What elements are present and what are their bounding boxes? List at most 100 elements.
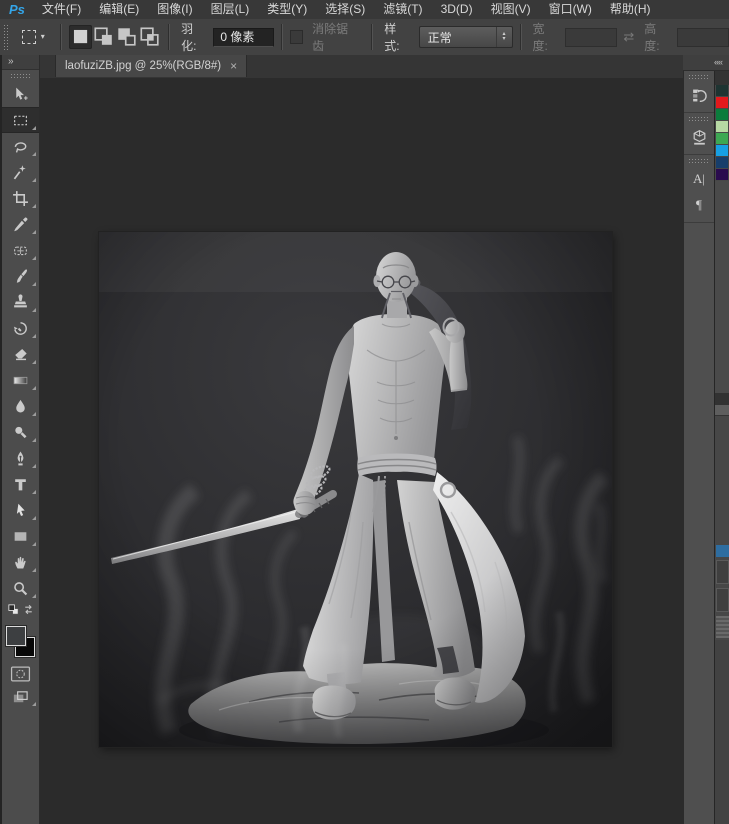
layers-control-sliver[interactable] [716, 560, 729, 584]
menu-filter[interactable]: 滤镜(T) [374, 0, 431, 19]
menu-3d[interactable]: 3D(D) [432, 0, 482, 19]
swatches-panel-header [715, 71, 729, 85]
style-label: 样式: [384, 22, 400, 53]
tool-rectangular-marquee[interactable] [2, 107, 39, 133]
panel-filler [715, 640, 729, 824]
document-image[interactable] [99, 232, 612, 747]
tools-grip[interactable] [9, 73, 32, 78]
panel-grip[interactable] [688, 116, 710, 121]
tool-type[interactable] [2, 471, 39, 497]
tool-history-brush[interactable] [2, 315, 39, 341]
swatch-color[interactable] [716, 145, 728, 156]
tool-path-selection[interactable] [2, 497, 39, 523]
tool-rectangle[interactable] [2, 523, 39, 549]
tool-gradient[interactable] [2, 367, 39, 393]
menu-edit[interactable]: 编辑(E) [90, 0, 148, 19]
panel-icon-column: A| ¶ [683, 71, 714, 824]
tool-brush[interactable] [2, 263, 39, 289]
tool-blur[interactable] [2, 393, 39, 419]
blend-mode-sliver[interactable] [716, 545, 729, 557]
document-tab[interactable]: laofuziZB.jpg @ 25%(RGB/8#) × [55, 55, 248, 77]
tool-pen[interactable] [2, 445, 39, 471]
history-panel-icon[interactable] [686, 82, 712, 108]
character-panel-icon[interactable]: A| [686, 166, 712, 192]
antialias-checkbox [289, 30, 304, 44]
tool-preset-picker[interactable]: ▾ [18, 27, 49, 47]
tool-move[interactable] [2, 81, 39, 107]
swap-colors-button[interactable] [22, 603, 35, 621]
feather-label: 羽化: [181, 22, 197, 53]
panel-group-text: A| ¶ [684, 155, 714, 223]
panel-divider [715, 393, 729, 405]
swatch-color[interactable] [716, 169, 728, 180]
intersect-selection-button[interactable] [138, 25, 161, 49]
menu-file[interactable]: 文件(F) [33, 0, 90, 19]
tool-hand[interactable] [2, 549, 39, 575]
foreground-color-swatch[interactable] [6, 626, 26, 646]
swatch-color[interactable] [716, 157, 728, 168]
tool-eyedropper[interactable] [2, 211, 39, 237]
swatch-color[interactable] [716, 85, 728, 96]
panel-grip[interactable] [688, 74, 710, 79]
tool-crop[interactable] [2, 185, 39, 211]
menu-view[interactable]: 视图(V) [482, 0, 540, 19]
height-input [676, 27, 729, 47]
collapse-panels-button[interactable]: «« [683, 55, 729, 71]
layer-thumbnail-sliver[interactable] [716, 616, 729, 638]
separator [168, 24, 171, 50]
collapse-tools-button[interactable]: » [2, 55, 39, 70]
photoshop-logo: Ps [9, 2, 25, 17]
options-bar: ▾ 羽化: 0 像素 消除锯齿 样式: 正常 ▴ ▾ 宽度: ⇄ 高度: [0, 19, 729, 56]
new-selection-button[interactable] [68, 25, 92, 49]
menu-type[interactable]: 类型(Y) [258, 0, 316, 19]
panel-group-history [684, 71, 714, 113]
close-icon[interactable]: × [230, 59, 237, 73]
layers-panel-header [715, 405, 729, 416]
spinner-arrows-icon: ▴ ▾ [495, 27, 512, 47]
layers-control-sliver[interactable] [716, 588, 729, 612]
menu-layer[interactable]: 图层(L) [202, 0, 259, 19]
sculpture-render [99, 232, 612, 747]
screen-mode-button[interactable] [2, 685, 39, 709]
panel-grip[interactable] [688, 158, 710, 163]
canvas-pasteboard[interactable] [40, 78, 683, 824]
add-to-selection-button[interactable] [92, 25, 115, 49]
menu-help[interactable]: 帮助(H) [601, 0, 660, 19]
tool-eraser[interactable] [2, 341, 39, 367]
default-colors-button[interactable] [7, 603, 20, 621]
feather-input[interactable]: 0 像素 [213, 27, 274, 47]
swap-dimensions-icon: ⇄ [623, 29, 635, 44]
swatch-color[interactable] [716, 97, 728, 108]
panel-group-3d [684, 113, 714, 155]
swatch-color[interactable] [716, 109, 728, 120]
tool-healing-brush[interactable] [2, 237, 39, 263]
options-grip[interactable] [3, 24, 10, 50]
menu-select[interactable]: 选择(S) [316, 0, 374, 19]
color-swatches [2, 625, 39, 663]
style-dropdown[interactable]: 正常 ▴ ▾ [418, 26, 513, 48]
tool-dodge[interactable] [2, 419, 39, 445]
separator [371, 24, 374, 50]
swatches-panel-body [715, 181, 729, 393]
default-and-swap-colors [2, 601, 39, 623]
chevron-down-icon: ▾ [40, 32, 45, 41]
quick-mask-button[interactable] [2, 663, 39, 685]
paragraph-panel-icon[interactable]: ¶ [686, 192, 712, 218]
swatch-color[interactable] [716, 121, 728, 132]
menu-window[interactable]: 窗口(W) [540, 0, 601, 19]
tool-zoom[interactable] [2, 575, 39, 601]
menu-bar: Ps 文件(F) 编辑(E) 图像(I) 图层(L) 类型(Y) 选择(S) 滤… [0, 0, 729, 20]
menu-image[interactable]: 图像(I) [148, 0, 201, 19]
3d-panel-icon[interactable] [686, 124, 712, 150]
separator [519, 24, 522, 50]
separator [59, 24, 62, 50]
swatch-color[interactable] [716, 133, 728, 144]
subtract-from-selection-button[interactable] [115, 25, 138, 49]
width-input [564, 27, 618, 47]
tool-lasso[interactable] [2, 133, 39, 159]
tool-magic-wand[interactable] [2, 159, 39, 185]
style-value: 正常 [427, 30, 452, 45]
document-tab-title: laofuziZB.jpg @ 25%(RGB/8#) [65, 60, 222, 72]
tool-clone-stamp[interactable] [2, 289, 39, 315]
document-tab-bar: laofuziZB.jpg @ 25%(RGB/8#) × [40, 55, 683, 78]
